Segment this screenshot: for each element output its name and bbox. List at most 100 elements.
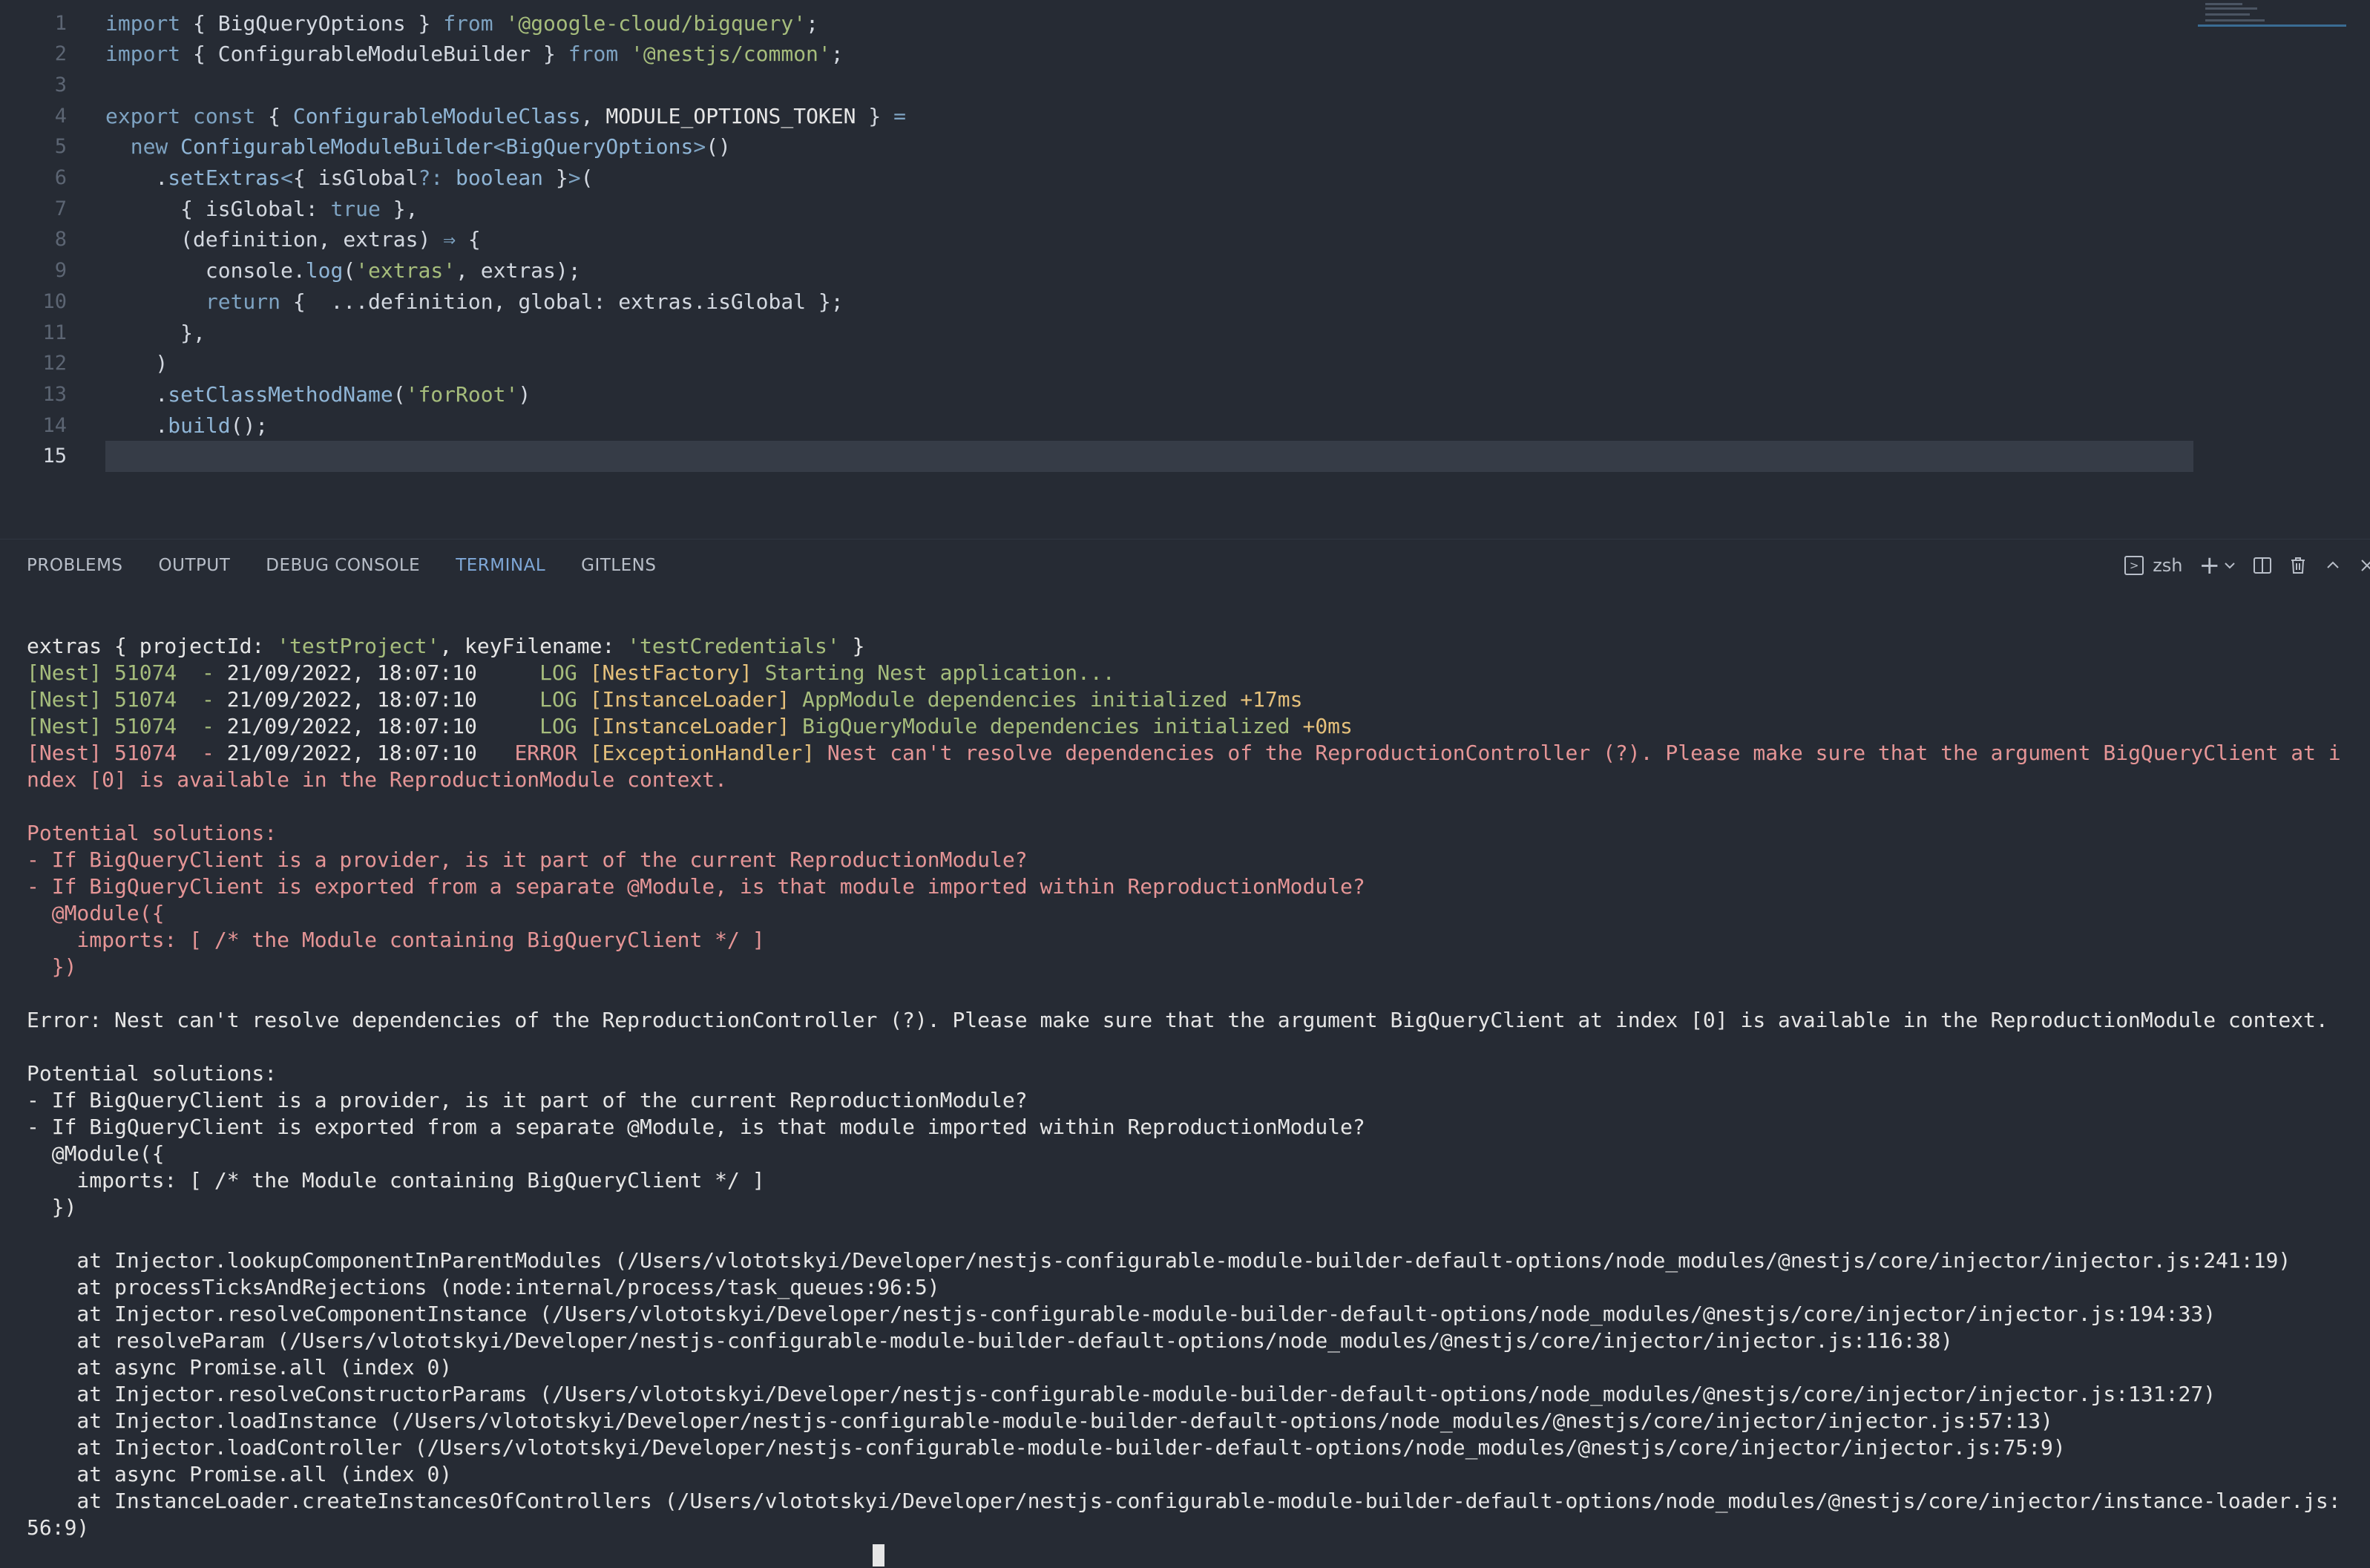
terminal-line: [Nest] 51074 - 21/09/2022, 18:07:10 LOG … — [27, 686, 2357, 713]
terminal-output[interactable]: extras { projectId: 'testProject', keyFi… — [27, 633, 2357, 1568]
code-line[interactable]: 4 export const { ConfigurableModuleClass,… — [0, 100, 2196, 131]
code-editor[interactable]: 1 import { BigQueryOptions } from '@googl… — [0, 0, 2370, 539]
terminal-line: at Injector.loadInstance (/Users/vlotots… — [27, 1408, 2357, 1434]
terminal-text: +17ms — [1240, 687, 1303, 712]
code-line[interactable]: 1 import { BigQueryOptions } from '@googl… — [0, 7, 2196, 39]
code-token: definition — [368, 289, 493, 314]
code-line[interactable]: 10 return { ...definition, global: extra… — [0, 286, 2196, 317]
terminal-text: 'testProject' — [277, 634, 440, 658]
code-token: ) — [518, 381, 531, 407]
code-text: console.log('extras', extras); — [105, 258, 581, 283]
code-token: definition — [193, 227, 318, 252]
code-token: new — [130, 134, 168, 160]
line-number: 12 — [42, 352, 67, 375]
terminal-line: extras { projectId: 'testProject', keyFi… — [27, 633, 2357, 660]
code-line[interactable]: 14 .build(); — [0, 410, 2196, 441]
line-number: 3 — [54, 73, 67, 96]
code-line[interactable]: 13 .setClassMethodName('forRoot') — [0, 378, 2196, 410]
code-token: = — [893, 103, 906, 128]
code-line[interactable]: 5 new ConfigurableModuleBuilder<BigQuery… — [0, 131, 2196, 163]
code-line[interactable]: 2 import { ConfigurableModuleBuilder } fr… — [0, 39, 2196, 70]
code-token: () — [706, 134, 731, 160]
line-number: 1 — [54, 11, 67, 35]
code-line[interactable]: 6 .setExtras<{ isGlobal?: boolean }>( — [0, 163, 2196, 194]
terminal-text: +0ms — [1302, 714, 1353, 738]
code-line[interactable]: 15 — [42, 440, 2193, 472]
code-line[interactable]: 7 { isGlobal: true }, — [0, 193, 2196, 224]
panel-actions: > zsh + — [2124, 539, 2370, 591]
terminal-line: imports: [ /* the Module containing BigQ… — [27, 1167, 2357, 1194]
terminal-line: at Injector.resolveComponentInstance (/U… — [27, 1301, 2357, 1328]
terminal-line: }) — [27, 1194, 2357, 1221]
terminal-line: 56:9) — [27, 1515, 2357, 1541]
tab-terminal[interactable]: TERMINAL — [456, 556, 545, 575]
code-token: 'extras' — [355, 258, 456, 283]
terminal-text: extras { projectId: — [27, 634, 278, 658]
code-token: , — [318, 227, 344, 252]
shell-name[interactable]: zsh — [2153, 555, 2182, 576]
code-token: const — [193, 103, 256, 128]
code-text: import { BigQueryOptions } from '@google… — [105, 11, 818, 36]
terminal-icon[interactable]: > — [2124, 556, 2150, 575]
code-token: . — [693, 289, 706, 314]
code-line[interactable]: 11 }, — [0, 317, 2196, 348]
split-terminal-icon[interactable] — [2253, 556, 2272, 575]
tab-debug-console[interactable]: DEBUG CONSOLE — [266, 556, 420, 575]
tab-output[interactable]: OUTPUT — [159, 556, 231, 575]
code-token: { — [255, 103, 293, 128]
code-token: ( — [393, 381, 406, 407]
terminal-text: 56:9) — [27, 1515, 90, 1540]
code-token: ) — [418, 227, 444, 252]
code-token: return — [205, 289, 281, 314]
minimap[interactable] — [2198, 0, 2346, 30]
code-token: extras — [618, 289, 694, 314]
terminal-text: at Injector.resolveConstructorParams (/U… — [27, 1382, 2216, 1406]
maximize-panel-icon[interactable] — [2324, 557, 2342, 574]
code-line[interactable]: 8 (definition, extras) ⇒ { — [0, 224, 2196, 255]
terminal-line: at async Promise.all (index 0) — [27, 1461, 2357, 1488]
code-line[interactable]: 3 — [0, 69, 2196, 100]
terminal-line: at Injector.loadController (/Users/vloto… — [27, 1434, 2357, 1461]
panel-tabs: PROBLEMS OUTPUT DEBUG CONSOLE TERMINAL GITLE… — [0, 539, 2370, 591]
code-token: } — [405, 10, 444, 36]
code-token: } — [543, 165, 568, 190]
code-token: BigQueryOptions — [505, 134, 694, 160]
add-terminal-icon[interactable]: + — [2199, 551, 2221, 580]
code-token: boolean — [456, 165, 544, 190]
line-number: 7 — [54, 197, 67, 220]
terminal-line: - If BigQueryClient is exported from a s… — [27, 1114, 2357, 1141]
bottom-panel: PROBLEMS OUTPUT DEBUG CONSOLE TERMINAL GITLE… — [0, 539, 2370, 1567]
terminal-line: Potential solutions: — [27, 1060, 2357, 1087]
code-token: { — [456, 227, 481, 252]
terminal-text: 'testCredentials' — [627, 634, 840, 658]
terminal-text: - If BigQueryClient is exported from a s… — [27, 874, 1365, 899]
close-icon[interactable] — [2358, 557, 2370, 574]
code-token: ; — [830, 42, 844, 67]
code-token: ; — [806, 10, 818, 36]
code-token: setClassMethodName — [168, 381, 393, 407]
code-text: .setExtras<{ isGlobal?: boolean }>( — [105, 165, 593, 190]
code-token: from — [568, 42, 619, 67]
code-line[interactable]: 12 ) — [0, 348, 2196, 379]
code-token: ConfigurableModuleClass — [292, 103, 581, 128]
code-line[interactable]: 9 console.log('extras', extras); — [0, 255, 2196, 286]
terminal-text: [InstanceLoader] — [589, 714, 803, 738]
terminal-text: Error: Nest can't resolve dependencies o… — [27, 1008, 2328, 1032]
tab-gitlens[interactable]: GITLENS — [581, 556, 656, 575]
tab-problems[interactable]: PROBLEMS — [27, 556, 123, 575]
code-token: console — [205, 258, 293, 283]
terminal-text: BigQueryModule dependencies initialized — [802, 714, 1303, 738]
terminal-prompt-line[interactable] — [27, 1541, 2357, 1568]
chevron-down-icon[interactable] — [2223, 559, 2236, 572]
trash-icon[interactable] — [2288, 556, 2308, 575]
terminal-text: at processTicksAndRejections (node:inter… — [27, 1275, 940, 1299]
code-token: . — [105, 381, 168, 407]
